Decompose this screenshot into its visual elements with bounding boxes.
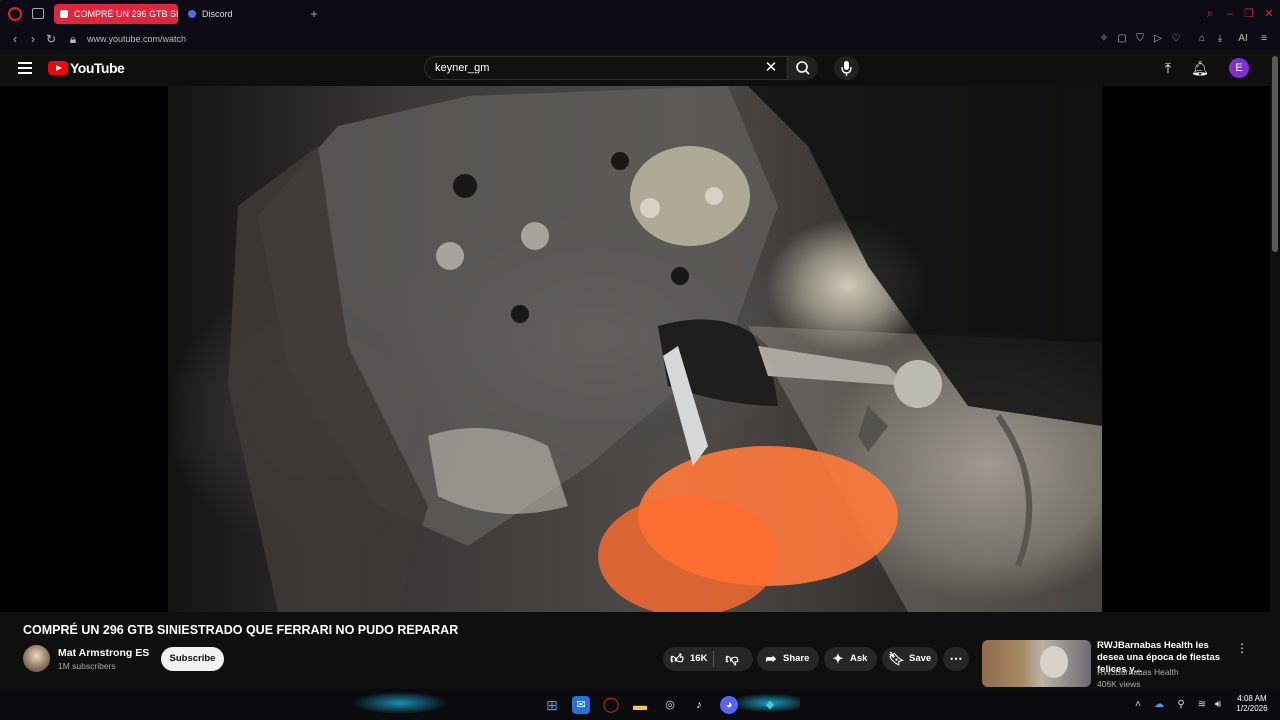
recommended-channel[interactable]: RWJBarnabas Health	[1097, 667, 1179, 677]
wifi-icon[interactable]: ≋	[1196, 698, 1208, 711]
tiktok-icon[interactable]: ♪	[690, 696, 708, 714]
youtube-logo-icon[interactable]	[48, 61, 68, 75]
lock-icon: 🔒︎	[69, 32, 77, 46]
video-frame[interactable]	[168, 86, 1102, 612]
tab-youtube-video[interactable]: COMPRÉ UN 296 GTB SINI	[54, 4, 178, 24]
volume-icon[interactable]: 🔊︎	[1212, 698, 1224, 711]
restore-icon[interactable]: ❐	[1243, 8, 1255, 20]
clock-date: 1/2/2026	[1236, 704, 1268, 713]
app-taskbar-icon[interactable]: ◆	[761, 696, 779, 714]
subscribe-button[interactable]: Subscribe	[161, 647, 224, 671]
guide-menu-icon[interactable]	[18, 62, 32, 74]
upload-icon[interactable]: ⤒	[1159, 59, 1177, 77]
back-icon[interactable]: ‹	[8, 31, 22, 47]
bookmark-save-icon: 🔖︎	[888, 651, 905, 666]
like-divider	[713, 651, 714, 667]
thumbs-up-icon[interactable]: 👍︎	[669, 651, 685, 667]
search-tabs-icon[interactable]: ⌕	[1204, 8, 1216, 20]
more-actions-button[interactable]: ⋯	[943, 647, 969, 671]
save-button[interactable]: 🔖︎ Save	[882, 647, 938, 671]
recommended-thumbnail[interactable]	[982, 640, 1091, 687]
search-input[interactable]	[435, 60, 755, 76]
youtube-favicon-icon	[60, 10, 68, 18]
notifications-bell-icon[interactable]: 🔔︎	[1191, 59, 1209, 77]
shield-icon[interactable]: ⛉	[1133, 31, 1147, 47]
aria-ai-button[interactable]: AI	[1233, 31, 1253, 47]
download-icon[interactable]: ⤓	[1213, 31, 1227, 47]
opera-logo-icon[interactable]	[8, 7, 22, 21]
tab-manager-icon[interactable]	[32, 8, 44, 19]
close-window-icon[interactable]: ✕	[1263, 8, 1275, 20]
heart-icon[interactable]: ♡	[1169, 31, 1183, 47]
share-button[interactable]: ➦ Share	[757, 647, 819, 671]
like-dislike-group: 👍︎ 16K 👎︎	[663, 647, 753, 671]
reload-icon[interactable]: ↻	[44, 31, 58, 47]
windows-start-icon[interactable]: ⊞	[543, 696, 561, 714]
account-avatar[interactable]: E	[1229, 58, 1249, 78]
ask-label: Ask	[850, 653, 868, 664]
page-scrollbar[interactable]	[1272, 56, 1278, 252]
youtube-logo-text[interactable]: YouTube	[70, 60, 125, 76]
microphone-icon	[841, 61, 852, 76]
discord-taskbar-icon[interactable]: ◕	[720, 696, 738, 714]
share-label: Share	[783, 653, 810, 664]
more-horizontal-icon: ⋯	[949, 651, 963, 666]
snapshot-icon[interactable]: ⌂	[1195, 31, 1209, 47]
channel-avatar[interactable]	[23, 645, 50, 672]
more-vertical-icon[interactable]: ⋮	[1236, 641, 1248, 655]
tray-overflow-icon[interactable]: ˄	[1132, 698, 1144, 711]
extension-icon[interactable]: ✧	[1097, 31, 1111, 47]
file-explorer-icon[interactable]: ▬	[631, 696, 649, 714]
url-field[interactable]: www.youtube.com/watch	[87, 32, 186, 46]
windows-taskbar: ⊞ ✉ ◯ ▬ ◎ ♪ ◕ ◆ ˄ ☁ ⚲ ≋ 🔊︎ 4:08 AM 1/2/2…	[0, 689, 1280, 720]
clock-time: 4:08 AM	[1237, 694, 1267, 703]
chrome-icon[interactable]: ◎	[661, 696, 679, 714]
video-content-image	[228, 86, 1102, 612]
minimize-icon[interactable]: –	[1224, 8, 1236, 20]
search-button[interactable]	[788, 56, 818, 80]
video-title: COMPRÉ UN 296 GTB SINIESTRADO QUE FERRAR…	[23, 623, 459, 637]
player-icon[interactable]: ▷	[1151, 31, 1165, 47]
sparkle-icon: ✦	[832, 651, 844, 666]
voice-search-button[interactable]	[834, 56, 859, 80]
onedrive-icon[interactable]: ☁	[1153, 698, 1165, 711]
ask-button[interactable]: ✦ Ask	[824, 647, 877, 671]
address-bar-row: ‹ › ↻ 🔒︎ www.youtube.com/watch ✧ ▢ ⛉ ▷ ♡…	[0, 28, 1280, 50]
thumbs-down-icon[interactable]: 👎︎	[724, 651, 740, 667]
opera-taskbar-icon[interactable]: ◯	[602, 696, 620, 714]
ai-label: AI	[1238, 33, 1248, 44]
subscriber-count: 1M subscribers	[58, 661, 116, 671]
search-icon	[796, 61, 810, 75]
mic-tray-icon[interactable]: ⚲	[1175, 698, 1187, 711]
recommended-views: 406K views	[1097, 679, 1141, 689]
video-player[interactable]	[0, 86, 1270, 612]
like-count[interactable]: 16K	[690, 647, 707, 671]
browser-tab-bar: COMPRÉ UN 296 GTB SINI Discord + ⌕ – ❐ ✕	[0, 0, 1280, 28]
clear-search-icon[interactable]: ✕	[763, 60, 779, 76]
new-tab-icon[interactable]: +	[308, 8, 320, 20]
forward-icon[interactable]: ›	[26, 31, 40, 47]
menu-icon[interactable]: ≡	[1257, 31, 1271, 47]
outlook-icon[interactable]: ✉	[572, 696, 590, 714]
channel-name[interactable]: Mat Armstrong ES	[58, 647, 149, 659]
discord-favicon-icon	[188, 10, 196, 18]
tab-label: COMPRÉ UN 296 GTB SINI	[74, 9, 178, 19]
save-label: Save	[909, 653, 932, 664]
tab-label: Discord	[202, 9, 233, 19]
search-box[interactable]: ✕	[424, 56, 788, 80]
bookmark-icon[interactable]: ▢	[1115, 31, 1129, 47]
tab-discord[interactable]: Discord	[182, 4, 292, 24]
system-clock[interactable]: 4:08 AM 1/2/2026	[1232, 694, 1272, 714]
share-arrow-icon: ➦	[765, 651, 777, 666]
